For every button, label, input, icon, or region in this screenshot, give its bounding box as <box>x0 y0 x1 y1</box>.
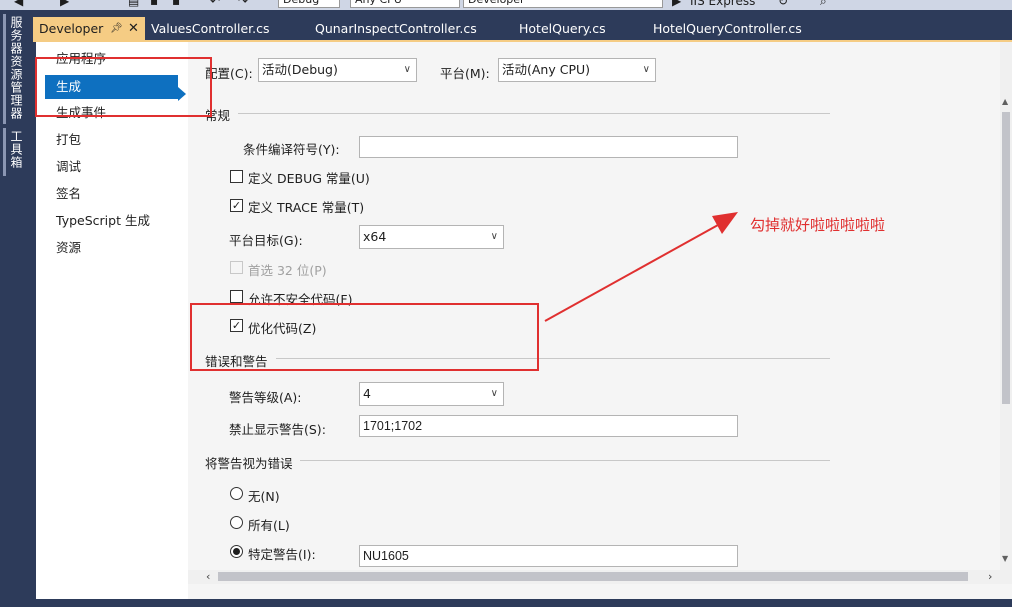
platform-target-combo[interactable]: x64 ∨ <box>359 225 504 249</box>
nav-forward-icon[interactable]: ▶ <box>60 0 69 8</box>
tab-label: QunarInspectController.cs <box>315 21 477 36</box>
treat-none-radio[interactable] <box>230 487 243 500</box>
annotation-highlight-optimize <box>190 303 539 371</box>
pin-icon[interactable]: 📌︎ <box>110 17 123 40</box>
save-icon[interactable]: ▪ <box>150 0 158 8</box>
annotation-note: 勾掉就好啦啦啦啦啦 <box>750 216 886 234</box>
chevron-down-icon: ∨ <box>403 64 411 75</box>
section-divider <box>300 460 830 461</box>
platform-target-label: 平台目标(G): <box>229 233 303 248</box>
tab-label: HotelQueryController.cs <box>653 21 802 36</box>
treat-specific-radio[interactable] <box>230 545 243 558</box>
suppress-warnings-label: 禁止显示警告(S): <box>229 422 326 437</box>
tab-hotel-query[interactable]: HotelQuery.cs <box>513 17 643 40</box>
define-trace-checkbox[interactable]: ✓ <box>230 199 243 212</box>
horizontal-scrollbar[interactable]: ‹ › <box>188 570 1012 584</box>
platform-combo[interactable]: 活动(Any CPU) ∨ <box>498 58 656 82</box>
close-icon[interactable]: ✕ <box>128 17 139 40</box>
prefer-32bit-label: 首选 32 位(P) <box>248 263 327 278</box>
scroll-left-icon[interactable]: ‹ <box>206 570 210 583</box>
allow-unsafe-checkbox[interactable] <box>230 290 243 303</box>
main-toolbar: ◀ ▶ ▤ ▪ ▪ ↶ ↷ Debug Any CPU Developer ▶ … <box>0 0 1012 10</box>
nav-item-signing[interactable]: 签名 <box>45 182 188 206</box>
find-icon[interactable]: ⌕ <box>820 0 827 9</box>
status-bar <box>0 599 1012 607</box>
scroll-up-icon[interactable]: ▲ <box>1002 97 1008 106</box>
warning-level-combo[interactable]: 4 ∨ <box>359 382 504 406</box>
save-all-icon[interactable]: ▪ <box>172 0 180 8</box>
prefer-32bit-checkbox <box>230 261 243 274</box>
define-debug-label: 定义 DEBUG 常量(U) <box>248 171 370 186</box>
tab-developer[interactable]: Developer 📌︎ ✕ <box>33 17 145 40</box>
undo-icon[interactable]: ↶ <box>210 0 220 8</box>
vertical-scrollbar[interactable]: ▲ ▼ <box>1000 42 1012 570</box>
properties-nav: 应用程序 生成 生成事件 打包 调试 签名 TypeScript 生成 资源 <box>36 42 188 599</box>
refresh-icon[interactable]: ↻ <box>778 0 788 8</box>
conditional-symbols-input[interactable] <box>359 136 738 158</box>
platform-label: 平台(M): <box>440 66 490 81</box>
configuration-combo[interactable]: 活动(Debug) ∨ <box>258 58 417 82</box>
warning-level-value: 4 <box>363 386 371 401</box>
startup-project-combo[interactable]: Developer <box>463 0 663 8</box>
conditional-symbols-label: 条件编译符号(Y): <box>243 142 340 157</box>
configuration-value: 活动(Debug) <box>262 62 338 77</box>
nav-item-package[interactable]: 打包 <box>45 128 188 152</box>
toolbox-tab[interactable]: 工具箱 <box>8 130 25 169</box>
tool-window-strip: 服务器资源管理器 工具箱 <box>0 10 33 607</box>
nav-back-icon[interactable]: ◀ <box>14 0 23 8</box>
nav-item-typescript-build[interactable]: TypeScript 生成 <box>45 209 188 233</box>
tab-values-controller[interactable]: ValuesController.cs <box>145 17 300 40</box>
tab-label: ValuesController.cs <box>151 21 270 36</box>
section-title-treat-warnings-as-errors: 将警告视为错误 <box>205 456 293 471</box>
configuration-label: 配置(C): <box>205 66 253 81</box>
run-target-label[interactable]: IIS Express <box>690 0 755 8</box>
chevron-down-icon: ∨ <box>642 64 650 75</box>
annotation-highlight-build <box>35 57 212 117</box>
solution-platform-combo[interactable]: Any CPU <box>350 0 460 8</box>
treat-none-label: 无(N) <box>248 489 280 504</box>
platform-target-value: x64 <box>363 229 387 244</box>
tab-qunar-inspect-controller[interactable]: QunarInspectController.cs <box>309 17 509 40</box>
server-explorer-tab-indicator <box>3 14 6 124</box>
specific-warnings-input[interactable] <box>359 545 738 567</box>
treat-all-radio[interactable] <box>230 516 243 529</box>
vertical-scroll-thumb[interactable] <box>1002 112 1010 404</box>
radio-selected-dot <box>233 548 240 555</box>
section-divider <box>238 113 830 114</box>
treat-all-label: 所有(L) <box>248 518 290 533</box>
toolbox-tab-indicator <box>3 128 6 176</box>
scroll-down-icon[interactable]: ▼ <box>1002 554 1008 563</box>
chevron-down-icon: ∨ <box>490 388 498 399</box>
tab-label: Developer <box>39 21 104 36</box>
scroll-right-icon[interactable]: › <box>988 570 992 583</box>
open-icon[interactable]: ▤ <box>128 0 139 8</box>
tab-hotel-query-controller[interactable]: HotelQueryController.cs <box>647 17 837 40</box>
chevron-down-icon: ∨ <box>490 231 498 242</box>
run-icon[interactable]: ▶ <box>672 0 681 8</box>
document-tab-bar: Developer 📌︎ ✕ ValuesController.cs Qunar… <box>33 17 1012 40</box>
define-trace-label: 定义 TRACE 常量(T) <box>248 200 365 215</box>
treat-specific-label: 特定警告(I): <box>248 547 316 562</box>
redo-icon[interactable]: ↷ <box>238 0 248 8</box>
nav-item-debug[interactable]: 调试 <box>45 155 188 179</box>
tab-label: HotelQuery.cs <box>519 21 606 36</box>
warning-level-label: 警告等级(A): <box>229 390 302 405</box>
check-icon: ✓ <box>231 199 242 212</box>
platform-value: 活动(Any CPU) <box>502 62 591 77</box>
suppress-warnings-input[interactable] <box>359 415 738 437</box>
horizontal-scroll-thumb[interactable] <box>218 572 968 581</box>
solution-config-combo[interactable]: Debug <box>278 0 340 8</box>
define-debug-checkbox[interactable] <box>230 170 243 183</box>
server-explorer-tab[interactable]: 服务器资源管理器 <box>8 16 25 120</box>
nav-item-resources[interactable]: 资源 <box>45 236 188 260</box>
